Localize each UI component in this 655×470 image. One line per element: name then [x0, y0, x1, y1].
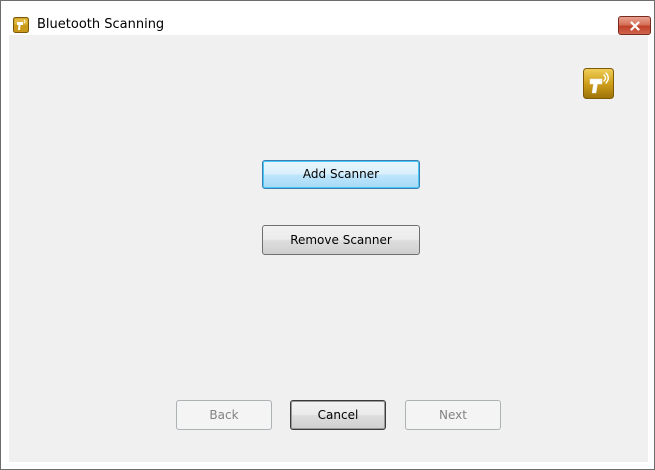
remove-scanner-button[interactable]: Remove Scanner — [262, 225, 420, 255]
window-frame-left — [1, 35, 8, 469]
window-frame-bottom — [1, 462, 654, 469]
window-title: Bluetooth Scanning — [37, 17, 165, 32]
cancel-button[interactable]: Cancel — [290, 400, 386, 430]
bluetooth-scanner-logo-icon — [583, 68, 614, 99]
scanner-app-icon — [13, 17, 29, 33]
close-icon — [630, 21, 640, 31]
next-button[interactable]: Next — [405, 400, 501, 430]
back-button[interactable]: Back — [176, 400, 272, 430]
close-button[interactable] — [618, 16, 651, 35]
add-scanner-button[interactable]: Add Scanner — [262, 160, 420, 189]
title-bar[interactable]: Bluetooth Scanning — [1, 1, 654, 35]
